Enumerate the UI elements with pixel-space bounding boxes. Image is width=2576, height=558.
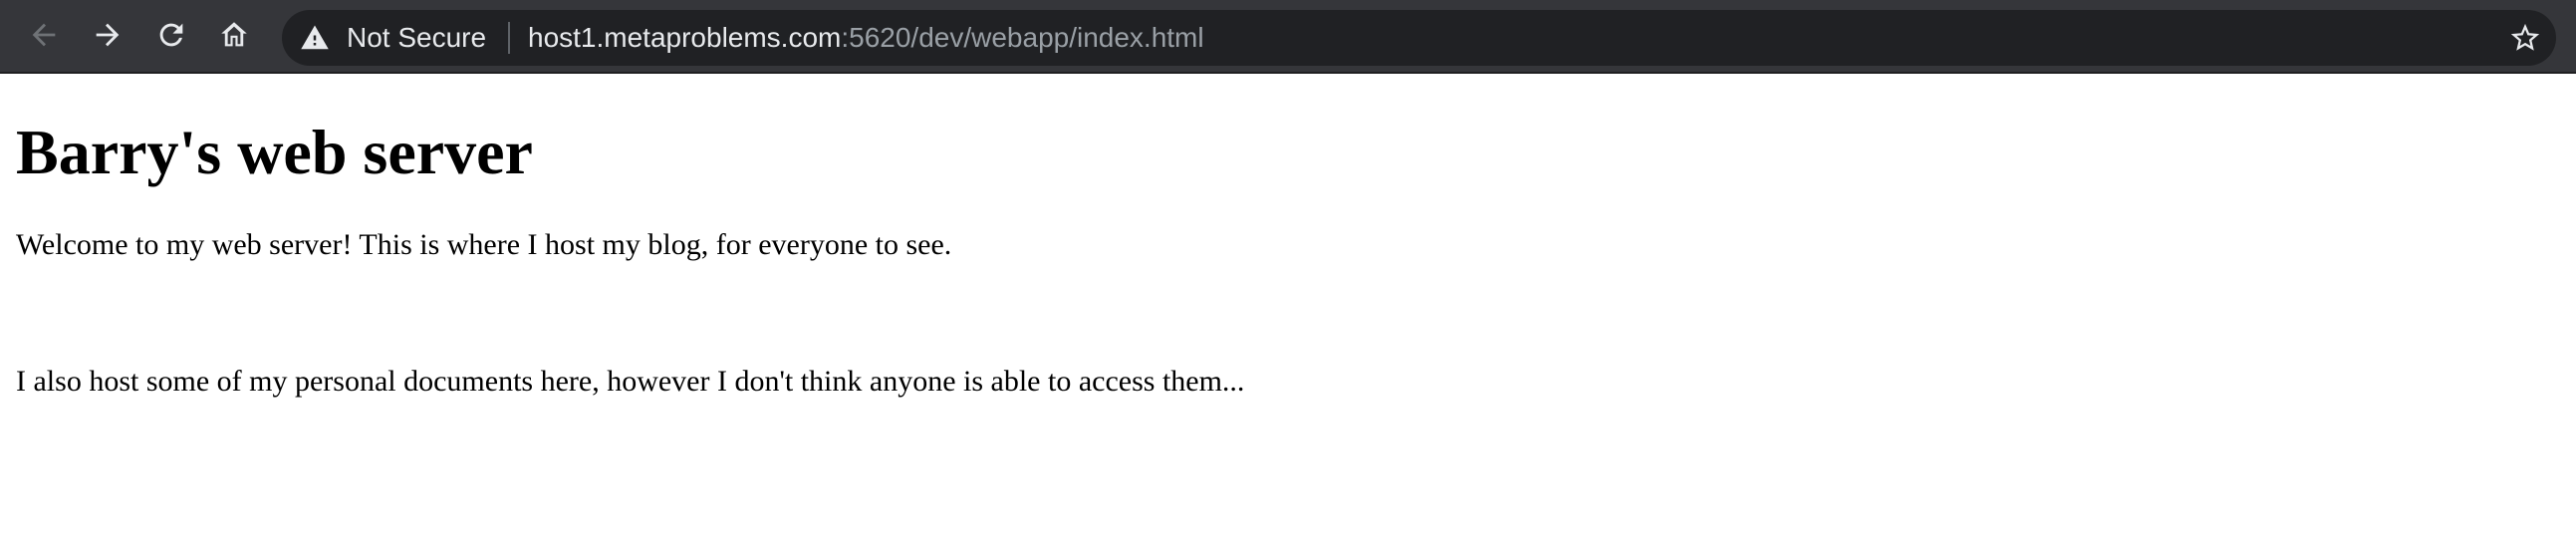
- back-arrow-icon: [32, 23, 56, 47]
- url-host: host1.metaproblems.com: [528, 22, 842, 53]
- page-content: Barry's web server Welcome to my web ser…: [16, 76, 2556, 400]
- address-divider: [508, 22, 510, 54]
- url-path: :5620/dev/webapp/index.html: [841, 22, 1204, 53]
- page-title: Barry's web server: [16, 117, 533, 187]
- documents-paragraph: I also host some of my personal document…: [16, 365, 1245, 398]
- url-text[interactable]: host1.metaproblems.com:5620/dev/webapp/i…: [528, 20, 1204, 56]
- home-button[interactable]: [211, 12, 257, 58]
- reload-button[interactable]: [148, 12, 194, 58]
- security-status-label[interactable]: Not Secure: [347, 20, 486, 56]
- back-button[interactable]: [21, 12, 67, 58]
- warning-icon[interactable]: [300, 23, 330, 53]
- bookmark-star-icon[interactable]: [2508, 21, 2542, 55]
- browser-toolbar: Not Secure host1.metaproblems.com:5620/d…: [0, 0, 2576, 74]
- address-bar[interactable]: Not Secure host1.metaproblems.com:5620/d…: [282, 10, 2556, 66]
- forward-arrow-icon: [96, 23, 120, 47]
- home-icon: [221, 22, 247, 47]
- reload-icon: [159, 23, 183, 47]
- forward-button[interactable]: [85, 12, 130, 58]
- welcome-paragraph: Welcome to my web server! This is where …: [16, 228, 952, 261]
